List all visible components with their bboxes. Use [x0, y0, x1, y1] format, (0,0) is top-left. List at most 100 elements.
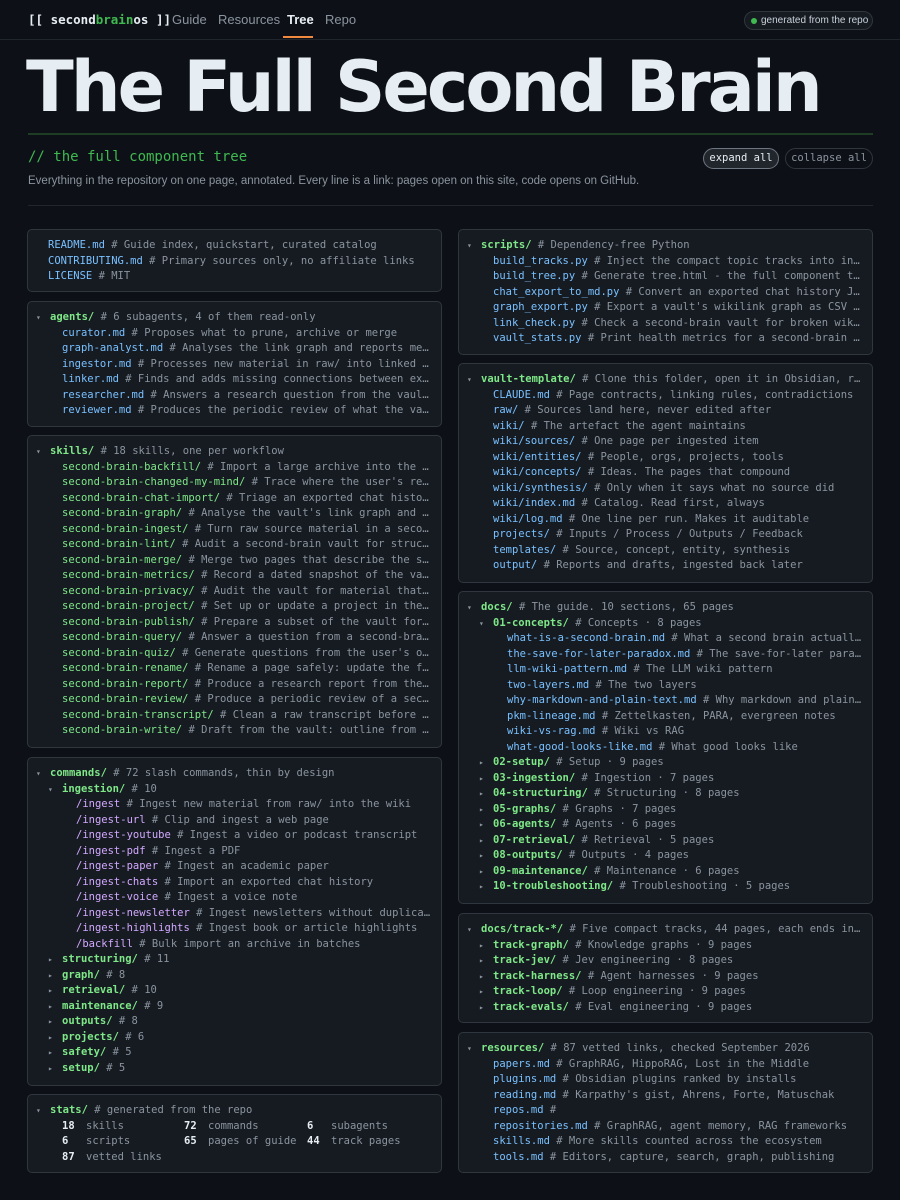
chevron-right-icon[interactable]: ▸	[48, 952, 62, 968]
root-file-row[interactable]: README.md # Guide index, quickstart, cur…	[48, 238, 433, 254]
doc-page-row-name[interactable]: the-save-for-later-paradox.md	[507, 648, 690, 660]
skills-item-row-name[interactable]: second-brain-query/	[62, 631, 182, 643]
track-row[interactable]: ▸ track-evals/ # Eval engineering · 9 pag…	[479, 1000, 864, 1016]
chevron-right-icon[interactable]: ▸	[479, 771, 493, 787]
skills-item-row-name[interactable]: second-brain-metrics/	[62, 569, 195, 581]
agents-item-row[interactable]: researcher.md # Answers a research quest…	[62, 388, 433, 404]
tracks-header[interactable]: ▾ docs/track-*/ # Five compact tracks, 44…	[467, 922, 864, 938]
scripts-item-row-name[interactable]: chat_export_to_md.py	[493, 286, 619, 298]
command-group-row[interactable]: ▸ maintenance/ # 9	[48, 999, 433, 1015]
agents-item-row-name[interactable]: linker.md	[62, 373, 119, 385]
doc-page-row[interactable]: pkm-lineage.md # Zettelkasten, PARA, eve…	[507, 709, 864, 725]
agents-item-row-name[interactable]: ingestor.md	[62, 358, 132, 370]
vault-template-item-row[interactable]: templates/ # Source, concept, entity, sy…	[493, 543, 864, 559]
tracks-header-name[interactable]: docs/track-*/	[481, 923, 563, 935]
doc-page-row[interactable]: the-save-for-later-paradox.md # The save…	[507, 647, 864, 663]
vault-template-item-row[interactable]: raw/ # Sources land here, never edited a…	[493, 403, 864, 419]
chevron-down-icon[interactable]: ▾	[467, 238, 481, 254]
chevron-down-icon[interactable]: ▾	[36, 1103, 50, 1119]
vault-template-item-row[interactable]: wiki/log.md # One line per run. Makes it…	[493, 512, 864, 528]
skills-item-row[interactable]: second-brain-publish/ # Prepare a subset…	[62, 615, 433, 631]
scripts-header-name[interactable]: scripts/	[481, 239, 532, 251]
doc-section-row[interactable]: ▸ 02-setup/ # Setup · 9 pages	[479, 755, 864, 771]
chevron-right-icon[interactable]: ▸	[479, 1000, 493, 1016]
resources-item-row[interactable]: repos.md #	[493, 1103, 864, 1119]
chevron-right-icon[interactable]: ▸	[479, 833, 493, 849]
chevron-right-icon[interactable]: ▸	[48, 983, 62, 999]
chevron-right-icon[interactable]: ▸	[48, 968, 62, 984]
skills-item-row-name[interactable]: second-brain-rename/	[62, 662, 188, 674]
command-row[interactable]: /ingest-paper # Ingest an academic paper	[76, 859, 433, 875]
command-group-row-name[interactable]: setup/	[62, 1062, 100, 1074]
doc-page-row-name[interactable]: wiki-vs-rag.md	[507, 725, 596, 737]
skills-item-row-name[interactable]: second-brain-quiz/	[62, 647, 176, 659]
command-row-name[interactable]: /ingest	[76, 798, 120, 810]
track-row[interactable]: ▸ track-loop/ # Loop engineering · 9 page…	[479, 984, 864, 1000]
chevron-down-icon[interactable]: ▾	[479, 616, 493, 632]
command-row[interactable]: /ingest-highlights # Ingest book or arti…	[76, 921, 433, 937]
skills-item-row-name[interactable]: second-brain-merge/	[62, 554, 182, 566]
resources-item-row[interactable]: repositories.md # GraphRAG, agent memory…	[493, 1119, 864, 1135]
chevron-right-icon[interactable]: ▸	[479, 817, 493, 833]
track-row-name[interactable]: track-jev/	[493, 954, 556, 966]
doc-page-row[interactable]: why-markdown-and-plain-text.md # Why mar…	[507, 693, 864, 709]
vault-template-item-row-name[interactable]: output/	[493, 559, 537, 571]
command-group-row[interactable]: ▸ safety/ # 5	[48, 1045, 433, 1061]
command-group-row[interactable]: ▸ retrieval/ # 10	[48, 983, 433, 999]
command-row-name[interactable]: /ingest-chats	[76, 876, 158, 888]
doc-section-row[interactable]: ▸ 05-graphs/ # Graphs · 7 pages	[479, 802, 864, 818]
chevron-right-icon[interactable]: ▸	[479, 953, 493, 969]
chevron-right-icon[interactable]: ▸	[479, 984, 493, 1000]
track-row-name[interactable]: track-evals/	[493, 1001, 569, 1013]
doc-page-row[interactable]: wiki-vs-rag.md # Wiki vs RAG	[507, 724, 864, 740]
vault-template-item-row-name[interactable]: wiki/concepts/	[493, 466, 582, 478]
scripts-item-row[interactable]: link_check.py # Check a second-brain vau…	[493, 316, 864, 332]
command-row[interactable]: /ingest # Ingest new material from raw/ …	[76, 797, 433, 813]
vault-template-item-row[interactable]: wiki/sources/ # One page per ingested it…	[493, 434, 864, 450]
skills-item-row[interactable]: second-brain-write/ # Draft from the vau…	[62, 723, 433, 739]
scripts-item-row-name[interactable]: vault_stats.py	[493, 332, 582, 344]
nav-link-resources[interactable]: Resources	[218, 12, 280, 27]
skills-item-row[interactable]: second-brain-query/ # Answer a question …	[62, 630, 433, 646]
command-row-name[interactable]: /ingest-url	[76, 814, 146, 826]
doc-section-row-name[interactable]: 07-retrieval/	[493, 834, 575, 846]
skills-item-row[interactable]: second-brain-review/ # Produce a periodi…	[62, 692, 433, 708]
resources-item-row[interactable]: reading.md # Karpathy's gist, Ahrens, Fo…	[493, 1088, 864, 1104]
command-row-name[interactable]: /ingest-voice	[76, 891, 158, 903]
skills-item-row[interactable]: second-brain-graph/ # Analyse the vault'…	[62, 506, 433, 522]
skills-item-row-name[interactable]: second-brain-project/	[62, 600, 195, 612]
scripts-item-row-name[interactable]: link_check.py	[493, 317, 575, 329]
command-group-row[interactable]: ▸ setup/ # 5	[48, 1061, 433, 1077]
skills-item-row[interactable]: second-brain-backfill/ # Import a large …	[62, 460, 433, 476]
vault-template-item-row[interactable]: CLAUDE.md # Page contracts, linking rule…	[493, 388, 864, 404]
doc-section-row[interactable]: ▸ 07-retrieval/ # Retrieval · 5 pages	[479, 833, 864, 849]
skills-item-row[interactable]: second-brain-report/ # Produce a researc…	[62, 677, 433, 693]
chevron-right-icon[interactable]: ▸	[479, 938, 493, 954]
command-row[interactable]: /ingest-chats # Import an exported chat …	[76, 875, 433, 891]
docs-concepts-header-name[interactable]: 01-concepts/	[493, 617, 569, 629]
track-row-name[interactable]: track-graph/	[493, 939, 569, 951]
vault-template-header[interactable]: ▾ vault-template/ # Clone this folder, op…	[467, 372, 864, 388]
root-file-row[interactable]: LICENSE # MIT	[48, 269, 433, 285]
skills-item-row-name[interactable]: second-brain-publish/	[62, 616, 195, 628]
chevron-down-icon[interactable]: ▾	[467, 600, 481, 616]
resources-item-row[interactable]: skills.md # More skills counted across t…	[493, 1134, 864, 1150]
vault-template-item-row[interactable]: wiki/synthesis/ # Only when it says what…	[493, 481, 864, 497]
command-row-name[interactable]: /ingest-paper	[76, 860, 158, 872]
resources-item-row-name[interactable]: papers.md	[493, 1058, 550, 1070]
track-row[interactable]: ▸ track-graph/ # Knowledge graphs · 9 pag…	[479, 938, 864, 954]
resources-item-row[interactable]: plugins.md # Obsidian plugins ranked by …	[493, 1072, 864, 1088]
vault-template-item-row[interactable]: output/ # Reports and drafts, ingested b…	[493, 558, 864, 574]
command-row[interactable]: /backfill # Bulk import an archive in ba…	[76, 937, 433, 953]
agents-item-row-name[interactable]: researcher.md	[62, 389, 144, 401]
chevron-right-icon[interactable]: ▸	[479, 802, 493, 818]
resources-item-row[interactable]: papers.md # GraphRAG, HippoRAG, Lost in …	[493, 1057, 864, 1073]
doc-page-row-name[interactable]: what-good-looks-like.md	[507, 741, 652, 753]
docs-header[interactable]: ▾ docs/ # The guide. 10 sections, 65 page…	[467, 600, 864, 616]
doc-page-row[interactable]: two-layers.md # The two layers	[507, 678, 864, 694]
scripts-header[interactable]: ▾ scripts/ # Dependency-free Python	[467, 238, 864, 254]
skills-item-row[interactable]: second-brain-project/ # Set up or update…	[62, 599, 433, 615]
skills-item-row[interactable]: second-brain-privacy/ # Audit the vault …	[62, 584, 433, 600]
doc-section-row[interactable]: ▸ 08-outputs/ # Outputs · 4 pages	[479, 848, 864, 864]
doc-section-row-name[interactable]: 04-structuring/	[493, 787, 588, 799]
